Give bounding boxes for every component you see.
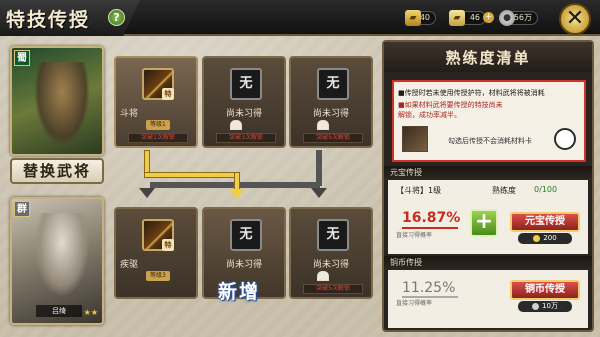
rate-label: 直接习得概率 xyxy=(396,232,433,239)
consume-option-label: 勾选后传授不会消耗材料卡 xyxy=(448,137,532,145)
unlock-condition: 突破5次解锁 xyxy=(303,133,363,143)
section-header: 铜币传授 xyxy=(384,256,592,270)
skill-level-text: 【斗将】1级 xyxy=(396,186,442,195)
success-rate: 16.87% xyxy=(402,210,461,226)
connector-line xyxy=(144,172,240,178)
skill-name: 尚未习得 xyxy=(225,260,262,270)
section-header: 元宝传授 xyxy=(384,166,592,180)
copper-teach-button[interactable]: 铜币传授 xyxy=(510,280,580,300)
empty-skill-icon: 无 xyxy=(317,68,349,100)
general-card-bottom[interactable]: 群 吕绮 ★★ xyxy=(10,197,104,325)
rate-label: 直接习得概率 xyxy=(396,300,433,307)
success-rate: 11.25% xyxy=(402,280,456,296)
faction-badge: 群 xyxy=(14,201,30,217)
proficiency-value: 0/100 xyxy=(534,185,558,194)
arrow-down-icon xyxy=(229,189,245,199)
skill-name: 尚未习得 xyxy=(225,109,262,119)
general-stars: ★★ xyxy=(83,308,98,317)
empty-skill-icon: 无 xyxy=(317,219,349,251)
empty-skill-icon: 无 xyxy=(230,68,262,100)
yuanbao-teach-button[interactable]: 元宝传授 xyxy=(510,212,580,232)
skill-icon: 特 xyxy=(142,68,174,100)
source-skill-slot-3[interactable]: 无 尚未习得 突破5次解锁 xyxy=(289,56,373,148)
tag-icon: 特 xyxy=(162,239,174,251)
gold-bar-counter: ▰ 46 + xyxy=(449,10,494,26)
source-skill-slot-1[interactable]: 特 斗将 等级1 突破1次解锁 xyxy=(114,56,198,148)
general-portrait xyxy=(34,213,90,297)
copper-coin-counter: ● 1356万 xyxy=(499,10,538,26)
copper-cost: 10万 xyxy=(518,301,572,312)
empty-skill-icon: 无 xyxy=(230,219,262,251)
skill-level-badge: 等级1 xyxy=(146,120,170,130)
unlock-condition: 突破3次解锁 xyxy=(216,133,276,143)
proficiency-panel: 熟练度清单 ■传授时若未使用传授护符，材料武将将被消耗 ■如果材料武将要传授的特… xyxy=(382,40,594,332)
unlock-condition: 突破1次解锁 xyxy=(128,133,188,143)
gold-ingot-icon: ▰ xyxy=(405,10,421,26)
info-line: ■传授时若未使用传授护符，材料武将将被消耗 xyxy=(398,89,545,97)
connector-line xyxy=(240,182,320,188)
lock-icon xyxy=(317,271,329,281)
connector-line xyxy=(234,172,240,190)
target-skill-slot-2[interactable]: 无 尚未习得 新增 xyxy=(202,207,286,303)
unlock-condition: 突破5次解锁 xyxy=(303,284,363,294)
proficiency-label: 熟练度 xyxy=(492,186,516,195)
lock-icon xyxy=(230,120,242,130)
add-rate-button[interactable]: + xyxy=(470,209,498,237)
target-skill-slot-3[interactable]: 无 尚未习得 突破5次解锁 xyxy=(289,207,373,299)
cost-value: 10万 xyxy=(542,302,558,310)
gold-ingot-icon xyxy=(533,234,541,242)
info-box: ■传授时若未使用传授护符，材料武将将被消耗 ■如果材料武将要传授的特技尚未 解锁… xyxy=(392,80,586,162)
copper-coin-icon xyxy=(532,302,540,310)
rate-underline xyxy=(402,227,458,229)
close-button[interactable]: ✕ xyxy=(559,3,591,35)
lock-icon xyxy=(317,120,329,130)
copper-section: 11.25% 直接习得概率 铜币传授 10万 xyxy=(388,270,588,328)
page-title: 特技传授 xyxy=(6,9,91,31)
gold-ingot-counter: ▰ 40 xyxy=(405,10,436,26)
info-line: 解锁，成功率减半。 xyxy=(398,111,461,119)
consume-checkbox[interactable] xyxy=(554,128,576,150)
yuanbao-cost: 200 xyxy=(518,233,572,244)
faction-badge: 蜀 xyxy=(14,50,30,66)
skill-level-badge: 等级3 xyxy=(146,271,170,281)
skill-name: 斗将 xyxy=(120,109,139,119)
source-skill-slot-2[interactable]: 无 尚未习得 突破3次解锁 xyxy=(202,56,286,148)
arrow-down-icon xyxy=(139,188,155,198)
arrow-down-icon xyxy=(311,188,327,198)
connector-line xyxy=(150,182,240,188)
gold-ingot-value: 40 xyxy=(419,13,430,22)
copper-coin-icon: ● xyxy=(499,10,515,26)
connector-line xyxy=(144,150,150,174)
general-portrait xyxy=(34,62,90,146)
swap-general-button[interactable]: 替换武将 xyxy=(10,158,104,184)
yuanbao-section: 【斗将】1级 熟练度 0/100 16.87% 直接习得概率 + 元宝传授 20… xyxy=(388,180,588,254)
new-badge: 新增 xyxy=(218,281,261,303)
gold-bar-icon: ▰ xyxy=(449,10,465,26)
info-line: ■如果材料武将要传授的特技尚未 xyxy=(398,101,503,109)
add-gold-button[interactable]: + xyxy=(483,12,494,23)
general-card-top[interactable]: 蜀 xyxy=(10,46,104,156)
general-name: 吕绮 xyxy=(36,305,82,317)
charm-item-icon xyxy=(402,126,428,152)
panel-header: 熟练度清单 xyxy=(384,42,592,72)
target-skill-slot-1[interactable]: 特 疾驱 等级3 xyxy=(114,207,198,299)
skill-name: 疾驱 xyxy=(120,260,139,270)
cost-value: 200 xyxy=(543,234,557,242)
top-bar: 特技传授 ? ▰ 40 ▰ 46 + ● 1356万 ✕ xyxy=(0,0,600,36)
skill-icon: 特 xyxy=(142,219,174,251)
help-icon[interactable]: ? xyxy=(108,9,125,26)
gold-bar-value: 46 xyxy=(469,13,480,22)
connector-line xyxy=(316,150,322,186)
skill-name: 尚未习得 xyxy=(312,109,349,119)
panel-title: 熟练度清单 xyxy=(445,49,531,67)
tag-icon: 特 xyxy=(162,88,174,100)
skill-name: 尚未习得 xyxy=(312,260,349,270)
